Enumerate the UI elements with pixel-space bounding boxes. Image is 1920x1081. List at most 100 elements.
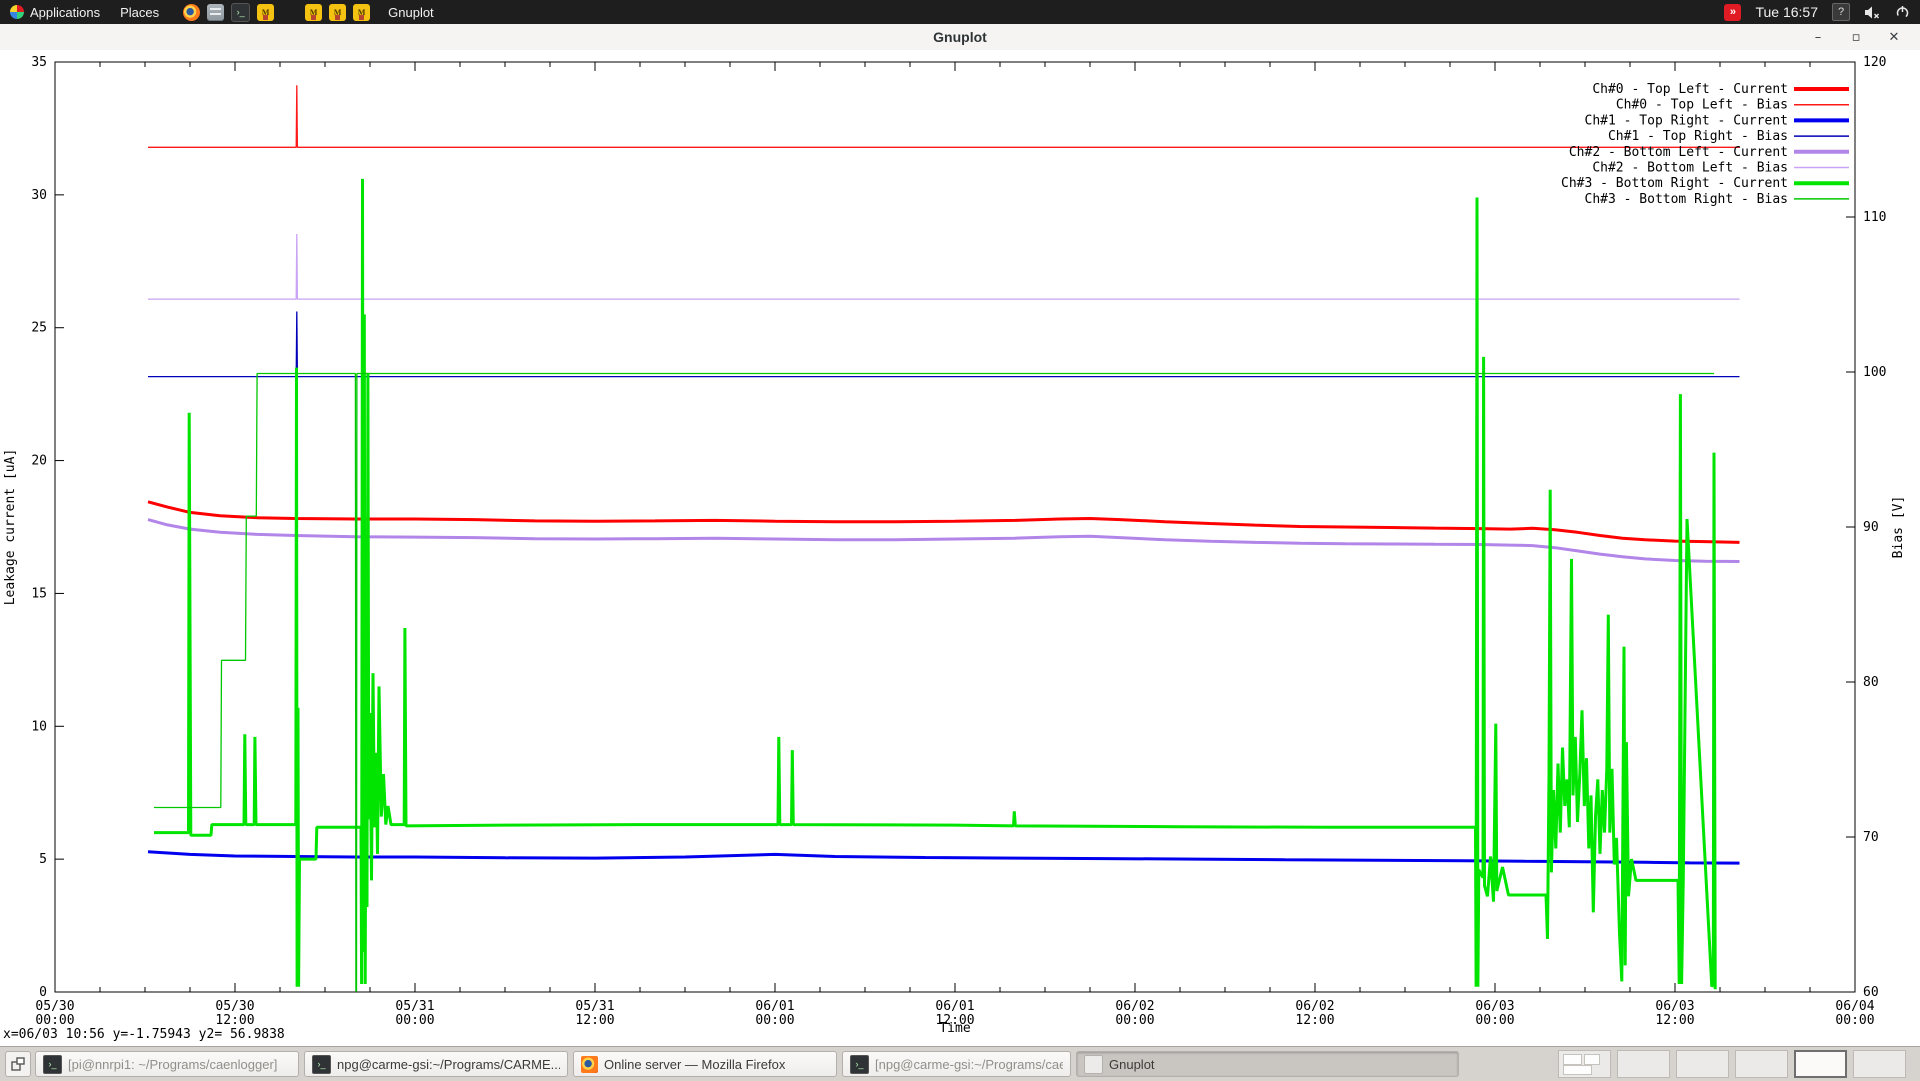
x-tick-label: 06/0300:00 xyxy=(1475,999,1514,1028)
taskbar-button-1[interactable]: ›_ [pi@nnrpi1: ~/Programs/caenlogger] xyxy=(35,1051,299,1077)
panel-indicators: » Tue 16:57 ? xyxy=(1724,3,1920,21)
minimize-button[interactable]: – xyxy=(1810,30,1826,45)
mouse-coordinates-readout: x=06/03 10:56 y=-1.75943 y2= 56.9838 xyxy=(3,1027,285,1042)
gnuplot-doc-icon xyxy=(1084,1055,1103,1074)
top-panel: Applications Places ›_MMMM Gnuplot » Tue… xyxy=(0,0,1920,24)
gnuplot-chart: 05/3000:0005/3012:0005/3100:0005/3112:00… xyxy=(0,50,1920,1046)
window-controls: – ▫ ✕ xyxy=(1810,30,1920,45)
taskbar-button-4[interactable]: ›_ [npg@carme-gsi:~/Programs/caenlo... xyxy=(842,1051,1071,1077)
y-right-tick-label: 80 xyxy=(1863,675,1879,690)
applications-menu[interactable]: Applications xyxy=(0,0,110,24)
y-right-tick-label: 70 xyxy=(1863,830,1879,845)
series-3 xyxy=(148,312,1740,377)
taskbar-button-label: npg@carme-gsi:~/Programs/CARME... xyxy=(337,1057,560,1072)
y-left-tick-label: 0 xyxy=(39,985,47,1000)
active-app-label: Gnuplot xyxy=(388,5,434,20)
x-tick-label: 06/0100:00 xyxy=(755,999,794,1028)
terminal-icon: ›_ xyxy=(43,1055,62,1074)
legend-entry-label: Ch#2 - Bottom Left - Bias xyxy=(1592,161,1788,176)
terminal-icon: ›_ xyxy=(312,1055,331,1074)
workspace-4[interactable] xyxy=(1735,1050,1788,1078)
y-left-axis-title: Leakage current [uA] xyxy=(3,449,18,606)
y-right-tick-label: 120 xyxy=(1863,55,1886,70)
terminal-icon: ›_ xyxy=(850,1055,869,1074)
series-6 xyxy=(154,179,1715,989)
y-left-tick-label: 25 xyxy=(31,321,47,336)
workspace-3[interactable] xyxy=(1676,1050,1729,1078)
notification-icon[interactable]: » xyxy=(1724,4,1741,21)
y-right-tick-label: 60 xyxy=(1863,985,1879,1000)
y-left-tick-label: 20 xyxy=(31,454,47,469)
legend-entry-label: Ch#3 - Bottom Right - Bias xyxy=(1585,192,1789,207)
workspace-5[interactable] xyxy=(1794,1050,1847,1078)
terminal-launcher-icon[interactable]: ›_ xyxy=(231,3,250,22)
workspace-1[interactable] xyxy=(1558,1050,1611,1078)
panel-launchers: ›_MMMM xyxy=(183,3,370,22)
taskbar-button-5[interactable]: Gnuplot xyxy=(1076,1051,1459,1077)
clock[interactable]: Tue 16:57 xyxy=(1755,4,1818,20)
y-right-axis-title: Bias [V] xyxy=(1891,496,1906,559)
midas-launcher-icon[interactable]: M xyxy=(257,4,274,21)
series-5 xyxy=(148,234,1740,299)
taskbar-button-3[interactable]: Online server — Mozilla Firefox xyxy=(573,1051,837,1077)
workspace-2[interactable] xyxy=(1617,1050,1670,1078)
firefox-launcher-icon[interactable] xyxy=(183,4,200,21)
x-tick-label: 05/3012:00 xyxy=(215,999,254,1028)
file-manager-launcher-icon[interactable] xyxy=(207,4,224,21)
x-axis-title: Time xyxy=(939,1021,970,1036)
series-2 xyxy=(148,852,1740,863)
x-tick-label: 06/0212:00 xyxy=(1295,999,1334,1028)
window-title: Gnuplot xyxy=(0,29,1920,45)
midas-launcher-icon[interactable]: M xyxy=(329,4,346,21)
y-right-tick-label: 100 xyxy=(1863,365,1886,380)
keyboard-layout-icon[interactable]: ? xyxy=(1832,3,1850,21)
taskbar-button-label: Online server — Mozilla Firefox xyxy=(604,1057,785,1072)
power-icon[interactable] xyxy=(1895,5,1910,20)
y-left-tick-label: 35 xyxy=(31,55,47,70)
show-desktop-button[interactable] xyxy=(5,1051,31,1077)
legend-entry-label: Ch#3 - Bottom Right - Current xyxy=(1561,176,1788,191)
applications-menu-label: Applications xyxy=(30,5,100,20)
places-menu[interactable]: Places xyxy=(110,0,169,24)
taskbar-button-label: Gnuplot xyxy=(1109,1057,1155,1072)
workspace-pager xyxy=(1558,1050,1920,1078)
titlebar[interactable]: Gnuplot – ▫ ✕ xyxy=(0,24,1920,51)
midas-launcher-icon[interactable]: M xyxy=(353,4,370,21)
volume-muted-icon[interactable] xyxy=(1864,5,1881,20)
gnuplot-canvas[interactable]: 05/3000:0005/3012:0005/3100:0005/3112:00… xyxy=(0,50,1920,1046)
y-left-tick-label: 10 xyxy=(31,719,47,734)
legend: Ch#0 - Top Left - CurrentCh#0 - Top Left… xyxy=(1561,82,1849,207)
maximize-button[interactable]: ▫ xyxy=(1848,30,1864,45)
x-tick-label: 05/3112:00 xyxy=(575,999,614,1028)
midas-launcher-icon[interactable]: M xyxy=(305,4,322,21)
close-button[interactable]: ✕ xyxy=(1886,30,1902,45)
taskbar-button-2[interactable]: ›_ npg@carme-gsi:~/Programs/CARME... xyxy=(304,1051,568,1077)
mini-window xyxy=(1563,1054,1582,1065)
taskbar-button-label: [npg@carme-gsi:~/Programs/caenlo... xyxy=(875,1057,1063,1072)
series-1 xyxy=(148,85,1740,147)
y-left-tick-label: 30 xyxy=(31,188,47,203)
mini-window xyxy=(1584,1054,1600,1065)
y-left-tick-label: 15 xyxy=(31,586,47,601)
x-tick-label: 06/0312:00 xyxy=(1655,999,1694,1028)
workspace-6[interactable] xyxy=(1853,1050,1906,1078)
applications-menu-icon xyxy=(10,5,24,19)
series-4 xyxy=(148,520,1740,562)
places-menu-label: Places xyxy=(120,5,159,20)
x-tick-label: 06/0400:00 xyxy=(1835,999,1874,1028)
taskbar: ›_ [pi@nnrpi1: ~/Programs/caenlogger] ›_ np… xyxy=(0,1046,1920,1081)
taskbar-button-label: [pi@nnrpi1: ~/Programs/caenlogger] xyxy=(68,1057,277,1072)
firefox-icon xyxy=(581,1056,598,1073)
x-tick-label: 06/0200:00 xyxy=(1115,999,1154,1028)
legend-entry-label: Ch#0 - Top Left - Current xyxy=(1592,82,1788,97)
legend-entry-label: Ch#2 - Bottom Left - Current xyxy=(1569,145,1788,160)
legend-entry-label: Ch#1 - Top Right - Current xyxy=(1585,113,1789,128)
legend-entry-label: Ch#0 - Top Left - Bias xyxy=(1616,98,1788,113)
task-button-list: ›_ [pi@nnrpi1: ~/Programs/caenlogger] ›_ np… xyxy=(35,1051,1459,1077)
y-right-tick-label: 110 xyxy=(1863,210,1886,225)
x-tick-label: 05/3000:00 xyxy=(35,999,74,1028)
screenshot-tool-launcher-icon[interactable] xyxy=(281,4,298,21)
legend-entry-label: Ch#1 - Top Right - Bias xyxy=(1608,129,1788,144)
y-right-tick-label: 90 xyxy=(1863,520,1879,535)
y-left-tick-label: 5 xyxy=(39,852,47,867)
